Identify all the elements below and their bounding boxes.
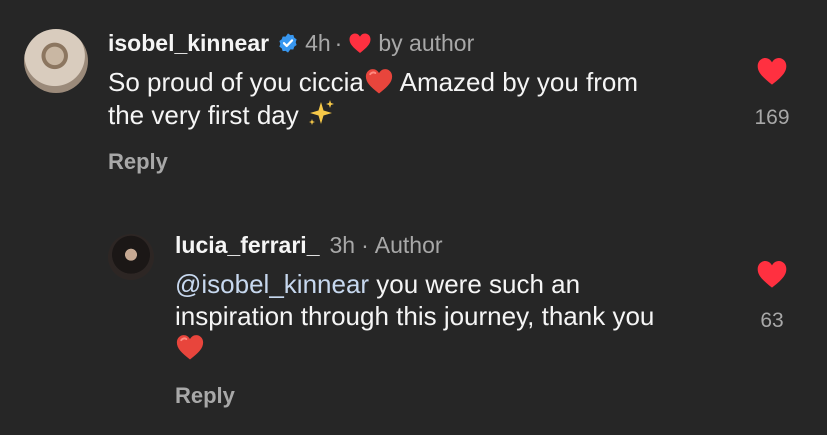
comment-text-line: So proud of you ciccia — [108, 67, 364, 97]
reply-button[interactable]: Reply — [175, 383, 235, 409]
author-label: Author — [374, 232, 443, 258]
like-control: 169 — [742, 56, 802, 130]
timestamp: 4h — [305, 30, 331, 56]
liked-by-author: by author — [378, 30, 475, 56]
comment-header: isobel_kinnear 4h · by author — [108, 29, 474, 57]
like-count: 63 — [760, 309, 784, 332]
comment-text-line: Amazed by you from — [393, 67, 639, 97]
like-heart-icon[interactable] — [755, 259, 789, 289]
avatar[interactable] — [24, 29, 88, 93]
avatar[interactable] — [108, 234, 154, 280]
red-heart-emoji — [365, 69, 392, 94]
sparkles-emoji — [308, 100, 334, 125]
comment-text-line: inspiration through this journey, thank … — [175, 301, 655, 331]
comment-text-line: you were such an — [369, 269, 581, 299]
heart-icon — [349, 33, 371, 53]
verified-badge-icon — [279, 33, 297, 53]
like-count: 169 — [754, 106, 790, 129]
mention-link[interactable]: @isobel_kinnear — [175, 269, 369, 299]
separator: · — [361, 232, 369, 258]
like-control: 63 — [742, 259, 802, 333]
reply-button[interactable]: Reply — [108, 149, 168, 175]
username[interactable]: lucia_ferrari_ — [175, 231, 319, 259]
red-heart-emoji — [176, 335, 204, 360]
comment-header: lucia_ferrari_ 3h · Author — [175, 231, 443, 259]
like-heart-icon[interactable] — [755, 56, 789, 86]
comment-text-line: the very first day — [108, 100, 306, 130]
separator: · — [334, 30, 343, 56]
timestamp: 3h — [329, 232, 356, 258]
username[interactable]: isobel_kinnear — [108, 29, 269, 57]
comment-text: @isobel_kinnear you were such an inspira… — [175, 268, 735, 364]
comment-text: So proud of you ciccia Amazed by you fro… — [108, 66, 728, 131]
